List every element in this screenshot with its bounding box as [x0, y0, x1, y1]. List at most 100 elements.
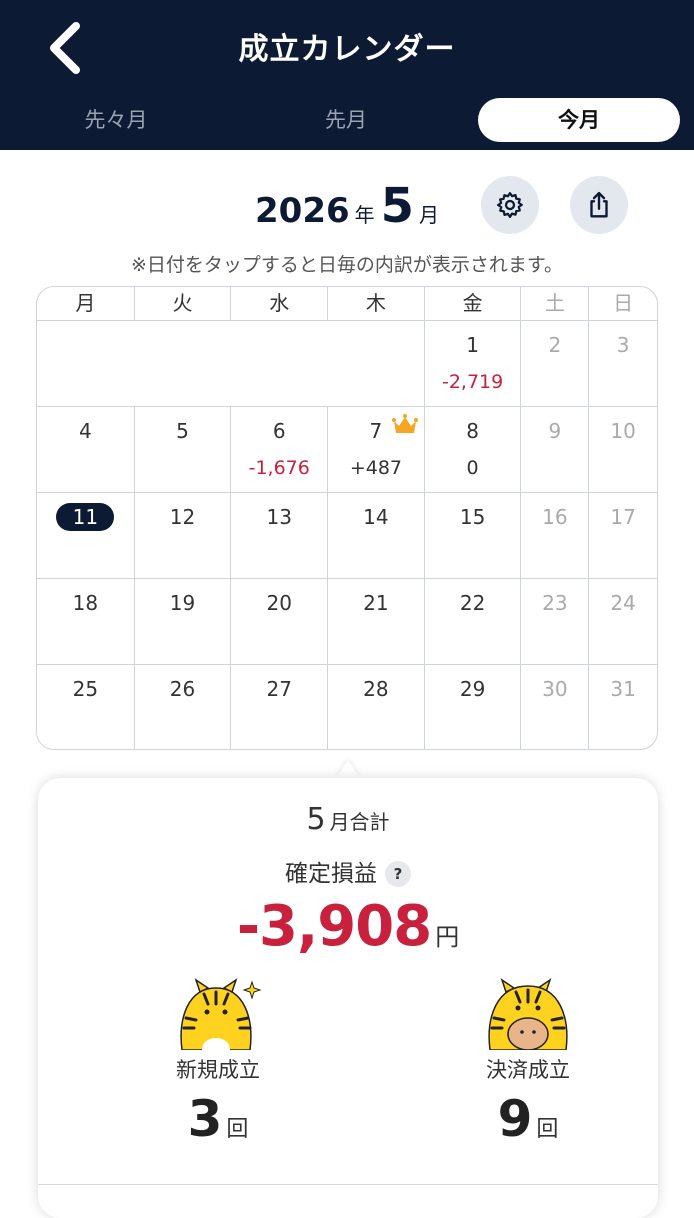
currency-unit: 円 [435, 923, 460, 951]
day-cell[interactable]: 19 [133, 579, 231, 664]
monthly-summary-card: 5 月合計 確定損益? -3,908 円 新規成立 3回 決済成立 9 回 [38, 778, 658, 1218]
page-title: 成立カレンダー [238, 32, 456, 67]
day-number: 28 [363, 677, 389, 701]
day-number: 21 [363, 591, 389, 615]
day-number: 8 [466, 419, 479, 443]
day-cell[interactable]: 27 [230, 665, 327, 749]
tab-two-months-ago[interactable]: 先々月 [18, 98, 214, 142]
day-number: 19 [169, 591, 196, 615]
day-cell[interactable]: 3 [588, 321, 657, 406]
year-unit: 年 [354, 203, 375, 227]
new-trades-stat: 新規成立 3回 [118, 978, 318, 1148]
day-number: 13 [266, 505, 292, 529]
day-number: 9 [548, 419, 562, 443]
day-number: 30 [542, 677, 568, 701]
day-number: 24 [610, 591, 636, 615]
day-cell[interactable]: 25 [37, 665, 134, 749]
gear-icon [497, 192, 523, 218]
summary-month: 5 [306, 802, 326, 837]
share-button[interactable] [570, 176, 628, 234]
day-number: 15 [459, 505, 486, 529]
day-number: 3 [616, 333, 630, 357]
day-cell[interactable]: 9 [520, 407, 588, 492]
realized-pl-label: 確定損益? [38, 854, 658, 888]
day-number: 20 [266, 591, 292, 615]
day-number: 29 [459, 677, 486, 701]
header-bar: 成立カレンダー 先々月 先月 今月 [0, 0, 694, 150]
day-cell-today[interactable]: 11 [37, 493, 134, 578]
day-number: 14 [363, 505, 389, 529]
day-cell[interactable]: 28 [327, 665, 424, 749]
day-cell[interactable]: 4 [37, 407, 134, 492]
day-number: 17 [610, 505, 636, 529]
day-cell[interactable]: 26 [133, 665, 231, 749]
weekday-header: 月 火 水 木 金 土 日 [37, 287, 657, 320]
realized-pl-total: -3,908 円 [38, 894, 658, 959]
day-cell[interactable]: 1 -2,719 [423, 321, 521, 406]
weekday-sun: 日 [588, 287, 657, 320]
weekday-sat: 土 [520, 287, 588, 320]
realized-pl-text: 確定損益 [285, 861, 377, 887]
day-cell[interactable]: 29 [423, 665, 521, 749]
year-month-label: 2026 年 5 月 [255, 178, 445, 234]
new-trades-count: 3 [187, 1090, 223, 1148]
year-value: 2026 [255, 191, 350, 231]
day-cell[interactable]: 8 0 [423, 407, 521, 492]
day-cell[interactable]: 2 [520, 321, 588, 406]
tiger-mascot-icon [488, 978, 568, 1050]
day-cell[interactable]: 14 [327, 493, 424, 578]
day-cell[interactable]: 30 [520, 665, 588, 749]
count-unit: 回 [226, 1117, 249, 1142]
weekday-wed: 水 [230, 287, 327, 320]
day-cell[interactable]: 6 -1,676 [230, 407, 327, 492]
weekday-fri: 金 [423, 287, 521, 320]
weekday-thu: 木 [327, 287, 424, 320]
day-cell[interactable]: 16 [520, 493, 588, 578]
day-cell[interactable]: 5 [133, 407, 231, 492]
day-number: 5 [176, 419, 189, 443]
day-number: 4 [78, 419, 92, 443]
help-button[interactable]: ? [385, 861, 411, 887]
day-pl: -1,676 [248, 457, 310, 479]
day-cell[interactable]: 23 [520, 579, 588, 664]
day-cell[interactable]: 12 [133, 493, 231, 578]
day-cell[interactable]: 7 +487 [327, 407, 424, 492]
day-number: 10 [610, 419, 636, 443]
day-cell[interactable]: 15 [423, 493, 521, 578]
settings-button[interactable] [481, 176, 539, 234]
tab-last-month[interactable]: 先月 [248, 98, 444, 142]
day-cell[interactable]: 10 [588, 407, 657, 492]
day-cell[interactable]: 22 [423, 579, 521, 664]
day-number: 6 [272, 419, 286, 443]
tap-hint: ※日付をタップすると日毎の内訳が表示されます。 [130, 254, 564, 276]
day-number: 31 [610, 677, 636, 701]
day-cell[interactable]: 21 [327, 579, 424, 664]
closed-trades-value: 9回 [428, 1090, 628, 1148]
calendar-week: 18 19 20 21 22 23 24 [37, 578, 657, 664]
empty-days [37, 321, 424, 406]
day-pl: +487 [349, 457, 402, 479]
tab-this-month[interactable]: 今月 [478, 98, 680, 142]
day-cell[interactable]: 13 [230, 493, 327, 578]
calendar-week: 1 -2,719 2 3 [37, 320, 657, 406]
summary-pointer [336, 760, 360, 778]
calendar-week: 25 26 27 28 29 30 31 [37, 664, 657, 749]
day-number: 18 [72, 591, 99, 615]
new-trades-value: 3回 [118, 1090, 318, 1148]
day-cell[interactable]: 24 [588, 579, 657, 664]
day-cell[interactable]: 31 [588, 665, 657, 749]
summary-title: 5 月合計 [38, 802, 658, 837]
day-cell[interactable]: 18 [37, 579, 134, 664]
month-value: 5 [380, 178, 415, 234]
closed-trades-stat: 決済成立 9回 [428, 978, 628, 1148]
day-cell[interactable]: 20 [230, 579, 327, 664]
day-cell[interactable]: 17 [588, 493, 657, 578]
count-unit: 回 [536, 1117, 559, 1142]
day-number: 1 [466, 333, 479, 357]
day-number: 25 [72, 677, 99, 701]
month-tabs: 先々月 先月 今月 [0, 96, 694, 144]
closed-trades-label: 決済成立 [486, 1058, 570, 1082]
month-header: 2026 年 5 月 [0, 172, 694, 242]
new-trades-label: 新規成立 [176, 1058, 260, 1082]
tiger-mascot-icon [180, 978, 262, 1050]
